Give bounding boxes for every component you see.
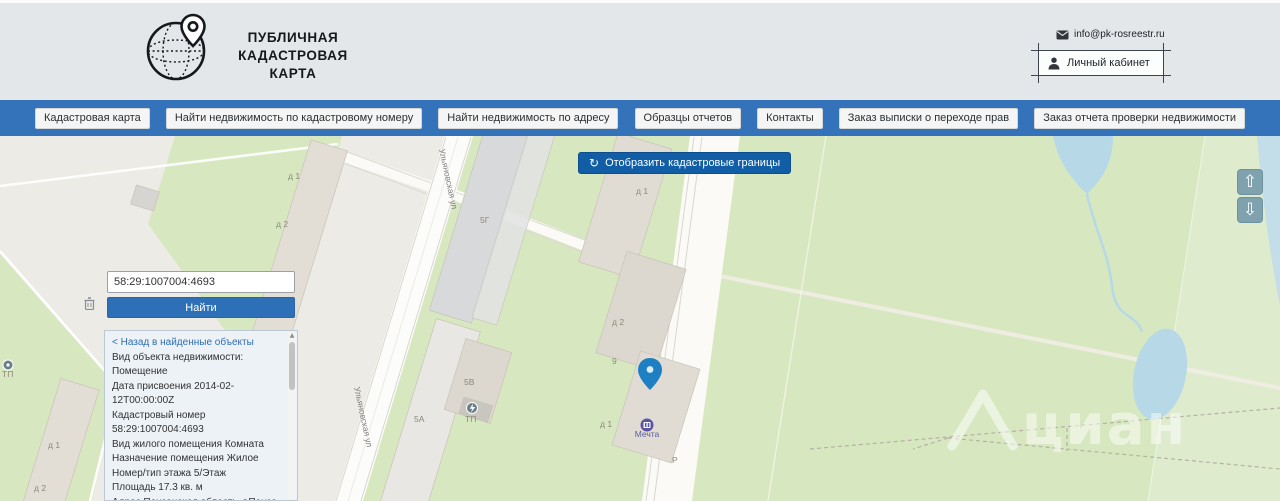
info-line-object-kind: Вид объекта недвижимости: Помещение xyxy=(112,351,284,380)
tp-poi-icon xyxy=(467,403,478,414)
site-header: ПУБЛИЧНАЯ КАДАСТРОВАЯ КАРТА info@pk-rosr… xyxy=(0,0,1280,100)
info-line-purpose: Назначение помещения Жилое xyxy=(112,452,284,467)
info-line-dwelling-kind: Вид жилого помещения Комната xyxy=(112,438,284,453)
nav-item-find-by-number[interactable]: Найти недвижимость по кадастровому номер… xyxy=(166,108,422,129)
find-button[interactable]: Найти xyxy=(107,297,295,318)
building-label: 9 xyxy=(612,357,617,366)
site-title-line1: ПУБЛИЧНАЯ xyxy=(218,29,368,47)
site-logo[interactable] xyxy=(143,13,215,85)
arrow-down-icon: ⇩ xyxy=(1243,200,1257,220)
clear-search-icon[interactable] xyxy=(84,297,95,315)
contact-email-text: info@pk-rosreestr.ru xyxy=(1074,29,1165,40)
nav-item-contacts[interactable]: Контакты xyxy=(757,108,823,129)
building-label: д 1 xyxy=(288,172,300,181)
arrow-up-icon: ⇧ xyxy=(1243,172,1257,192)
tp-label: ТП xyxy=(2,370,13,379)
cinema-poi-label: Мечта xyxy=(627,430,667,439)
building-label: д 1 xyxy=(636,187,648,196)
refresh-icon: ↻ xyxy=(589,157,599,169)
parking-label: Р xyxy=(672,456,678,465)
building-label: д 2 xyxy=(612,318,624,327)
account-button[interactable]: Личный кабинет xyxy=(1038,50,1164,76)
map-viewport[interactable]: циан д 1 д 2 5Г д 1 д 2 9 5В 5А д 1 Р д … xyxy=(0,136,1280,501)
contact-email[interactable]: info@pk-rosreestr.ru xyxy=(1056,29,1165,40)
show-cadastral-borders-button[interactable]: ↻ Отобразить кадастровые границы xyxy=(578,152,791,174)
scrollbar-thumb[interactable] xyxy=(289,342,295,390)
scroll-up-icon[interactable]: ▲ xyxy=(288,332,296,340)
nav-item-order-check-report[interactable]: Заказ отчета проверки недвижимости xyxy=(1034,108,1245,129)
show-cadastral-borders-label: Отобразить кадастровые границы xyxy=(605,157,780,169)
main-nav: Кадастровая карта Найти недвижимость по … xyxy=(0,100,1280,136)
nav-item-find-by-address[interactable]: Найти недвижимость по адресу xyxy=(438,108,618,129)
watermark-text: циан xyxy=(1022,393,1187,458)
site-title-line2: КАДАСТРОВАЯ КАРТА xyxy=(218,47,368,83)
nav-item-order-transfer-extract[interactable]: Заказ выписки о переходе прав xyxy=(839,108,1018,129)
account-button-label: Личный кабинет xyxy=(1067,57,1150,69)
globe-pin-icon xyxy=(143,13,215,85)
pan-down-button[interactable]: ⇩ xyxy=(1237,197,1263,223)
person-icon xyxy=(1048,57,1060,70)
info-line-address: Адрес Пензенская область, г.Пенза, Октяб… xyxy=(112,496,284,501)
object-info-panel: < Назад в найденные объекты Вид объекта … xyxy=(104,330,298,501)
site-title: ПУБЛИЧНАЯ КАДАСТРОВАЯ КАРТА xyxy=(218,29,368,83)
info-line-floor: Номер/тип этажа 5/Этаж xyxy=(112,467,284,482)
building-label: д 1 xyxy=(600,420,612,429)
info-line-cad-number: Кадастровый номер 58:29:1007004:4693 xyxy=(112,409,284,438)
building-label: д 2 xyxy=(276,220,288,229)
building-label: д 1 xyxy=(48,441,60,450)
building-label: 5А xyxy=(414,415,424,424)
building-label: 5В xyxy=(464,378,474,387)
nav-item-report-samples[interactable]: Образцы отчетов xyxy=(635,108,742,129)
building-label: 5Г xyxy=(480,216,489,225)
back-to-found-objects-link[interactable]: < Назад в найденные объекты xyxy=(112,336,284,351)
cadastral-number-input[interactable] xyxy=(107,271,295,293)
tp-label: ТП xyxy=(465,415,476,424)
info-line-area: Площадь 17.3 кв. м xyxy=(112,481,284,496)
envelope-icon xyxy=(1056,30,1069,40)
info-panel-scrollbar[interactable]: ▲ xyxy=(288,332,296,499)
nav-item-cadastral-map[interactable]: Кадастровая карта xyxy=(35,108,150,129)
info-line-date: Дата присвоения 2014-02-12T00:00:00Z xyxy=(112,380,284,409)
building-label: д 2 xyxy=(34,484,46,493)
pan-up-button[interactable]: ⇧ xyxy=(1237,169,1263,195)
